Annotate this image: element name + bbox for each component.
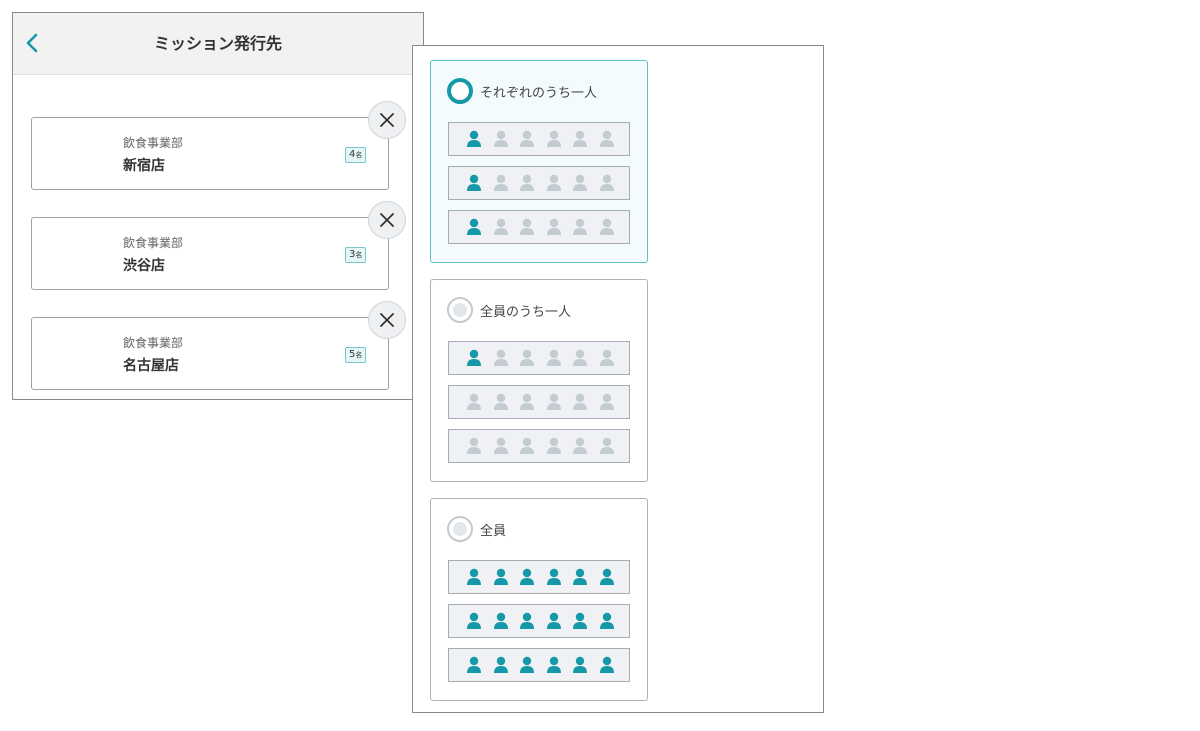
page-title: ミッション発行先 [153, 34, 282, 53]
member-row [448, 166, 630, 200]
person-icon [599, 612, 614, 629]
person-icon [546, 130, 561, 147]
option-label: 全員 [480, 524, 507, 539]
header-bar: ミッション発行先 [13, 13, 423, 75]
person-icon [467, 568, 481, 585]
department-label: 飲食事業部 [123, 336, 184, 350]
member-count-unit: 名 [355, 151, 363, 159]
person-icon [573, 174, 587, 191]
person-icon [573, 437, 587, 454]
person-icon [493, 349, 508, 366]
person-icon [493, 218, 508, 235]
close-icon [380, 113, 394, 127]
member-row [448, 648, 630, 682]
person-icon [467, 218, 481, 235]
person-icon [546, 612, 561, 629]
option-one-from-all[interactable]: 全員のうち一人 [430, 279, 648, 482]
member-count-badge: 5名 [345, 347, 367, 363]
person-icon [493, 437, 508, 454]
person-icon [599, 218, 614, 235]
person-icon [599, 130, 614, 147]
person-icon [573, 218, 587, 235]
person-icon [520, 174, 534, 191]
member-row [448, 385, 630, 419]
person-icon [599, 437, 614, 454]
person-icon [467, 393, 481, 410]
person-icon [573, 612, 587, 629]
member-count-unit: 名 [355, 251, 363, 259]
person-icon [520, 568, 534, 585]
remove-destination-button[interactable] [368, 101, 406, 139]
person-icon [520, 218, 534, 235]
radio-button-icon[interactable] [447, 78, 473, 104]
person-icon [520, 612, 534, 629]
person-icon [573, 349, 587, 366]
member-count-unit: 名 [355, 351, 363, 359]
person-icon [599, 349, 614, 366]
remove-destination-button[interactable] [368, 201, 406, 239]
person-icon [467, 612, 481, 629]
department-label: 飲食事業部 [123, 236, 184, 250]
person-icon [546, 349, 561, 366]
person-icon [546, 656, 561, 673]
person-icon [546, 218, 561, 235]
person-icon [599, 568, 614, 585]
person-icon [467, 174, 481, 191]
store-name: 渋谷店 [123, 258, 165, 274]
person-icon [520, 656, 534, 673]
person-icon [546, 568, 561, 585]
person-icon [599, 393, 614, 410]
member-row [448, 341, 630, 375]
member-row [448, 604, 630, 638]
person-icon [520, 130, 534, 147]
person-icon [573, 656, 587, 673]
person-icon [520, 393, 534, 410]
radio-button-icon[interactable] [447, 297, 473, 323]
person-icon [493, 568, 508, 585]
person-icon [493, 393, 508, 410]
person-icon [520, 349, 534, 366]
assignment-options-panel: それぞれのうち一人 全員のうち一人 全員 [412, 45, 824, 713]
option-label: 全員のうち一人 [480, 305, 572, 320]
member-row [448, 429, 630, 463]
option-everyone[interactable]: 全員 [430, 498, 648, 701]
member-row [448, 560, 630, 594]
member-row [448, 210, 630, 244]
destination-card[interactable]: 飲食事業部 名古屋店 5名 [31, 317, 389, 390]
store-name: 新宿店 [123, 158, 165, 174]
person-icon [546, 393, 561, 410]
person-icon [467, 656, 481, 673]
member-count-badge: 3名 [345, 247, 367, 263]
close-icon [380, 213, 394, 227]
person-icon [520, 437, 534, 454]
department-label: 飲食事業部 [123, 136, 184, 150]
member-count-badge: 4名 [345, 147, 367, 163]
person-icon [573, 568, 587, 585]
person-icon [493, 130, 508, 147]
person-icon [493, 656, 508, 673]
mission-targets-panel: ミッション発行先 飲食事業部 新宿店 4名 飲食事業部 渋谷店 3名 飲食事業部… [12, 12, 424, 400]
radio-button-icon[interactable] [447, 516, 473, 542]
person-icon [599, 656, 614, 673]
person-icon [573, 130, 587, 147]
store-name: 名古屋店 [123, 358, 179, 374]
person-icon [493, 612, 508, 629]
person-icon [546, 437, 561, 454]
close-icon [380, 313, 394, 327]
option-label: それぞれのうち一人 [480, 86, 598, 101]
person-icon [599, 174, 614, 191]
destination-card[interactable]: 飲食事業部 新宿店 4名 [31, 117, 389, 190]
person-icon [467, 130, 481, 147]
person-icon [546, 174, 561, 191]
destination-card[interactable]: 飲食事業部 渋谷店 3名 [31, 217, 389, 290]
member-row [448, 122, 630, 156]
person-icon [467, 349, 481, 366]
remove-destination-button[interactable] [368, 301, 406, 339]
option-one-from-each[interactable]: それぞれのうち一人 [430, 60, 648, 263]
person-icon [573, 393, 587, 410]
person-icon [467, 437, 481, 454]
person-icon [493, 174, 508, 191]
